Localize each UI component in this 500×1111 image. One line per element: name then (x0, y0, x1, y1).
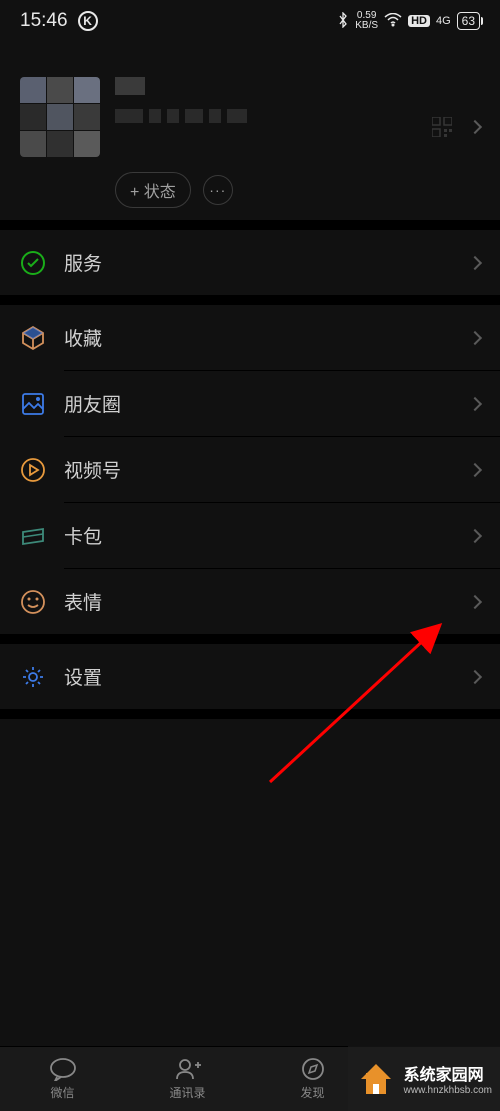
more-button[interactable]: ··· (203, 175, 233, 205)
menu-settings[interactable]: 设置 (0, 644, 500, 709)
chevron-right-icon (468, 594, 482, 608)
add-status-button[interactable]: + 状态 (115, 172, 191, 208)
nav-label: 发现 (300, 1084, 324, 1101)
status-bar: 15:46 K 0.59 KB/S HD 4G 63 (0, 0, 500, 42)
watermark-url: www.hnzkhbsb.com (404, 1085, 492, 1096)
wifi-icon (384, 13, 402, 30)
battery-icon: 63 (457, 12, 480, 30)
stickers-icon (20, 589, 46, 615)
menu-label: 设置 (64, 663, 452, 690)
hd-badge-icon: HD (408, 15, 430, 27)
profile-section[interactable] (0, 42, 500, 182)
nav-label: 通讯录 (169, 1084, 205, 1101)
nav-chat[interactable]: 微信 (0, 1047, 125, 1111)
service-icon (20, 250, 46, 276)
profile-info (115, 77, 417, 123)
moments-icon (20, 391, 46, 417)
qr-code-icon[interactable] (432, 117, 452, 137)
profile-name (115, 77, 145, 95)
menu-cards[interactable]: 卡包 (0, 503, 500, 568)
chevron-right-icon (468, 669, 482, 683)
network-speed: 0.59 KB/S (355, 11, 378, 31)
chevron-right-icon (468, 396, 482, 410)
chevron-right-icon (468, 255, 482, 269)
contacts-icon (174, 1057, 202, 1081)
nav-contacts[interactable]: 通讯录 (125, 1047, 250, 1111)
menu-label: 卡包 (64, 522, 452, 549)
watermark-name: 系统家园网 (404, 1061, 492, 1085)
status-time: 15:46 (20, 10, 68, 32)
avatar[interactable] (20, 77, 100, 157)
chevron-right-icon (468, 462, 482, 476)
house-icon (356, 1059, 396, 1099)
menu-label: 表情 (64, 588, 452, 615)
menu-moments[interactable]: 朋友圈 (0, 371, 500, 436)
menu-service[interactable]: 服务 (0, 230, 500, 295)
chat-icon (49, 1057, 77, 1081)
menu-favorites[interactable]: 收藏 (0, 305, 500, 370)
nav-label: 微信 (50, 1084, 74, 1101)
chevron-right-icon (468, 330, 482, 344)
profile-id (115, 109, 417, 123)
chevron-right-icon (468, 120, 482, 134)
menu-label: 视频号 (64, 456, 452, 483)
favorites-icon (20, 325, 46, 351)
menu-channels[interactable]: 视频号 (0, 437, 500, 502)
menu-label: 服务 (64, 249, 452, 276)
cards-icon (20, 523, 46, 549)
discover-icon (299, 1057, 327, 1081)
bluetooth-icon (337, 12, 349, 31)
network-type: 4G (436, 15, 451, 27)
channels-icon (20, 457, 46, 483)
settings-icon (20, 664, 46, 690)
watermark: 系统家园网 www.hnzkhbsb.com (348, 1046, 500, 1111)
menu-stickers[interactable]: 表情 (0, 569, 500, 634)
menu-label: 收藏 (64, 324, 452, 351)
chevron-right-icon (468, 528, 482, 542)
menu-label: 朋友圈 (64, 390, 452, 417)
k-badge-icon: K (78, 11, 98, 31)
